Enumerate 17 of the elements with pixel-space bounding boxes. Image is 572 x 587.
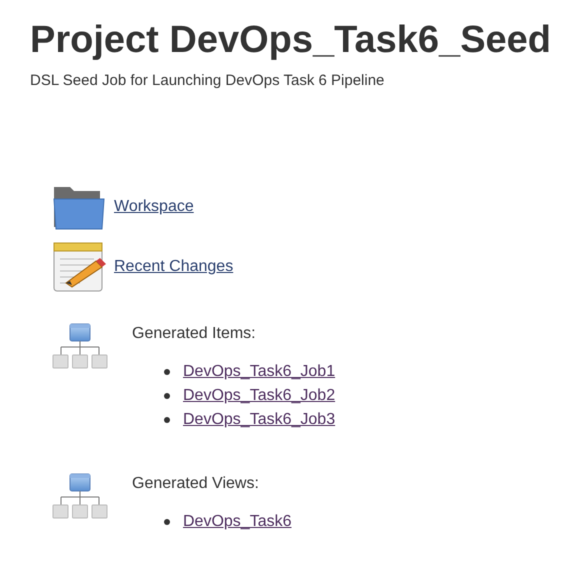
- job-link[interactable]: DevOps_Task6_Job1: [183, 363, 336, 381]
- bullet-icon: [164, 519, 170, 525]
- task-link[interactable]: Workspace: [114, 198, 194, 216]
- bullet-icon: [164, 369, 170, 375]
- bullet-icon: [164, 417, 170, 423]
- job-link[interactable]: DevOps_Task6: [183, 513, 292, 531]
- hierarchy-icon: [52, 323, 108, 371]
- hierarchy-icon: [52, 473, 108, 521]
- job-link[interactable]: DevOps_Task6_Job2: [183, 387, 336, 405]
- section-heading: Generated Views:: [132, 475, 260, 493]
- page-title: Project DevOps_Task6_Seed: [30, 18, 552, 63]
- task-link[interactable]: Recent Changes: [114, 258, 234, 276]
- section-heading: Generated Items:: [132, 325, 257, 343]
- job-link[interactable]: DevOps_Task6_Job3: [183, 411, 336, 429]
- notepad-icon: [52, 241, 106, 293]
- description: DSL Seed Job for Launching DevOps Task 6 Pipeline: [30, 72, 386, 89]
- bullet-icon: [164, 393, 170, 399]
